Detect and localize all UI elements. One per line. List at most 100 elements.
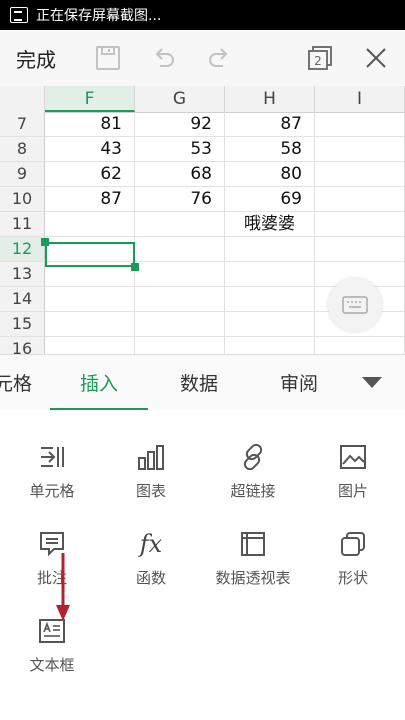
function-icon: fx bbox=[139, 530, 163, 558]
grid-cell[interactable] bbox=[135, 312, 225, 336]
grid-cell[interactable] bbox=[315, 162, 405, 186]
insert-cell-label: 单元格 bbox=[29, 482, 75, 500]
insert-chart-button[interactable]: 图表 bbox=[101, 442, 201, 501]
insert-picture-label: 图片 bbox=[337, 482, 368, 500]
top-toolbar: 完成 2 bbox=[0, 30, 405, 87]
grid-cell[interactable]: 58 bbox=[225, 137, 315, 161]
cell-icon bbox=[41, 447, 64, 467]
grid-cell[interactable] bbox=[315, 337, 405, 354]
row-header[interactable]: 15 bbox=[0, 312, 45, 336]
insert-shape-button[interactable]: 形状 bbox=[303, 529, 403, 588]
ribbon-tabs: 元格 插入 数据 审阅 bbox=[0, 354, 405, 412]
insert-function-button[interactable]: fx 函数 bbox=[101, 529, 201, 588]
insert-chart-label: 图表 bbox=[135, 482, 166, 500]
tab-insert[interactable]: 插入 bbox=[50, 355, 148, 411]
corner-cell[interactable] bbox=[0, 86, 45, 112]
table-row: 16 bbox=[0, 337, 405, 354]
grid-cell[interactable]: 92 bbox=[135, 112, 225, 136]
row-header[interactable]: 13 bbox=[0, 262, 45, 286]
column-header-i[interactable]: I bbox=[315, 86, 405, 112]
grid-cell[interactable]: 76 bbox=[135, 187, 225, 211]
pivot-table-icon bbox=[241, 532, 265, 556]
selected-cell-f12[interactable] bbox=[45, 242, 135, 267]
grid-cell[interactable]: 53 bbox=[135, 137, 225, 161]
redo-icon[interactable] bbox=[205, 44, 233, 72]
more-tabs-icon[interactable] bbox=[362, 377, 382, 388]
grid-cell[interactable] bbox=[135, 287, 225, 311]
keyboard-icon bbox=[342, 296, 368, 314]
shape-icon bbox=[341, 532, 365, 556]
insert-comment-button[interactable]: 批注 bbox=[2, 529, 102, 588]
column-header-row: F G H I bbox=[0, 86, 405, 113]
chart-icon bbox=[138, 445, 164, 470]
floating-keyboard-button[interactable] bbox=[328, 278, 382, 332]
grid-cell[interactable] bbox=[45, 212, 135, 236]
row-header[interactable]: 11 bbox=[0, 212, 45, 236]
grid-cell[interactable] bbox=[225, 337, 315, 354]
row-header[interactable]: 10 bbox=[0, 187, 45, 211]
grid-cell[interactable]: 80 bbox=[225, 162, 315, 186]
row-header[interactable]: 14 bbox=[0, 287, 45, 311]
row-header[interactable]: 7 bbox=[0, 112, 45, 136]
insert-shape-label: 形状 bbox=[337, 569, 368, 587]
insert-pivot-table-button[interactable]: 数据透视表 bbox=[203, 529, 303, 588]
grid-cell[interactable]: 62 bbox=[45, 162, 135, 186]
grid-cell[interactable]: 哦婆婆 bbox=[225, 212, 315, 236]
tab-cell[interactable]: 元格 bbox=[0, 355, 38, 411]
grid-cell[interactable]: 69 bbox=[225, 187, 315, 211]
screenshot-notification-icon bbox=[10, 7, 28, 23]
picture-icon bbox=[340, 445, 366, 469]
row-header[interactable]: 8 bbox=[0, 137, 45, 161]
grid-cell[interactable] bbox=[315, 237, 405, 261]
insert-textbox-button[interactable]: 文本框 bbox=[2, 616, 102, 675]
table-row: 8 43 53 58 bbox=[0, 137, 405, 162]
done-button[interactable]: 完成 bbox=[16, 44, 56, 73]
grid-cell[interactable]: 87 bbox=[45, 187, 135, 211]
column-header-h[interactable]: H bbox=[225, 86, 315, 112]
grid-cell[interactable]: 87 bbox=[225, 112, 315, 136]
grid-cell[interactable] bbox=[225, 237, 315, 261]
grid-cell[interactable] bbox=[315, 112, 405, 136]
status-bar: 正在保存屏幕截图... bbox=[0, 0, 405, 30]
column-header-g[interactable]: G bbox=[135, 86, 225, 112]
grid-cell[interactable] bbox=[315, 187, 405, 211]
table-row: 11 哦婆婆 bbox=[0, 212, 405, 237]
row-header[interactable]: 12 bbox=[0, 237, 45, 261]
undo-icon[interactable] bbox=[150, 44, 178, 72]
insert-picture-button[interactable]: 图片 bbox=[303, 442, 403, 501]
spreadsheet-grid[interactable]: F G H I 7 81 92 87 8 43 53 58 9 62 68 80 10 87 76 69 11 哦… bbox=[0, 86, 405, 354]
selection-handle-bottom-right[interactable] bbox=[131, 263, 139, 271]
close-icon[interactable] bbox=[362, 44, 390, 72]
tab-data[interactable]: 数据 bbox=[150, 355, 248, 411]
grid-cell[interactable] bbox=[45, 287, 135, 311]
row-header[interactable]: 16 bbox=[0, 337, 45, 354]
row-header[interactable]: 9 bbox=[0, 162, 45, 186]
grid-cell[interactable]: 68 bbox=[135, 162, 225, 186]
insert-textbox-label: 文本框 bbox=[29, 656, 75, 674]
column-header-f[interactable]: F bbox=[45, 86, 135, 112]
insert-function-label: 函数 bbox=[135, 569, 166, 587]
grid-cell[interactable] bbox=[135, 337, 225, 354]
grid-cell[interactable]: 81 bbox=[45, 112, 135, 136]
save-icon[interactable] bbox=[94, 44, 122, 72]
grid-cell[interactable] bbox=[135, 212, 225, 236]
tab-review[interactable]: 审阅 bbox=[250, 355, 348, 411]
grid-cell[interactable] bbox=[315, 137, 405, 161]
grid-cell[interactable]: 43 bbox=[45, 137, 135, 161]
table-row: 9 62 68 80 bbox=[0, 162, 405, 187]
grid-cell[interactable] bbox=[225, 262, 315, 286]
insert-cell-button[interactable]: 单元格 bbox=[2, 442, 102, 501]
window-switch-icon[interactable]: 2 bbox=[306, 44, 334, 72]
grid-cell[interactable] bbox=[225, 312, 315, 336]
window-count: 2 bbox=[314, 54, 322, 68]
grid-cell[interactable] bbox=[225, 287, 315, 311]
insert-hyperlink-label: 超链接 bbox=[230, 482, 276, 500]
grid-cell[interactable] bbox=[135, 262, 225, 286]
insert-pivot-table-label: 数据透视表 bbox=[215, 569, 291, 587]
grid-cell[interactable] bbox=[45, 337, 135, 354]
grid-cell[interactable] bbox=[315, 212, 405, 236]
selection-handle-top-left[interactable] bbox=[41, 238, 49, 246]
grid-cell[interactable] bbox=[45, 312, 135, 336]
grid-cell[interactable] bbox=[135, 237, 225, 261]
insert-hyperlink-button[interactable]: 超链接 bbox=[203, 442, 303, 501]
